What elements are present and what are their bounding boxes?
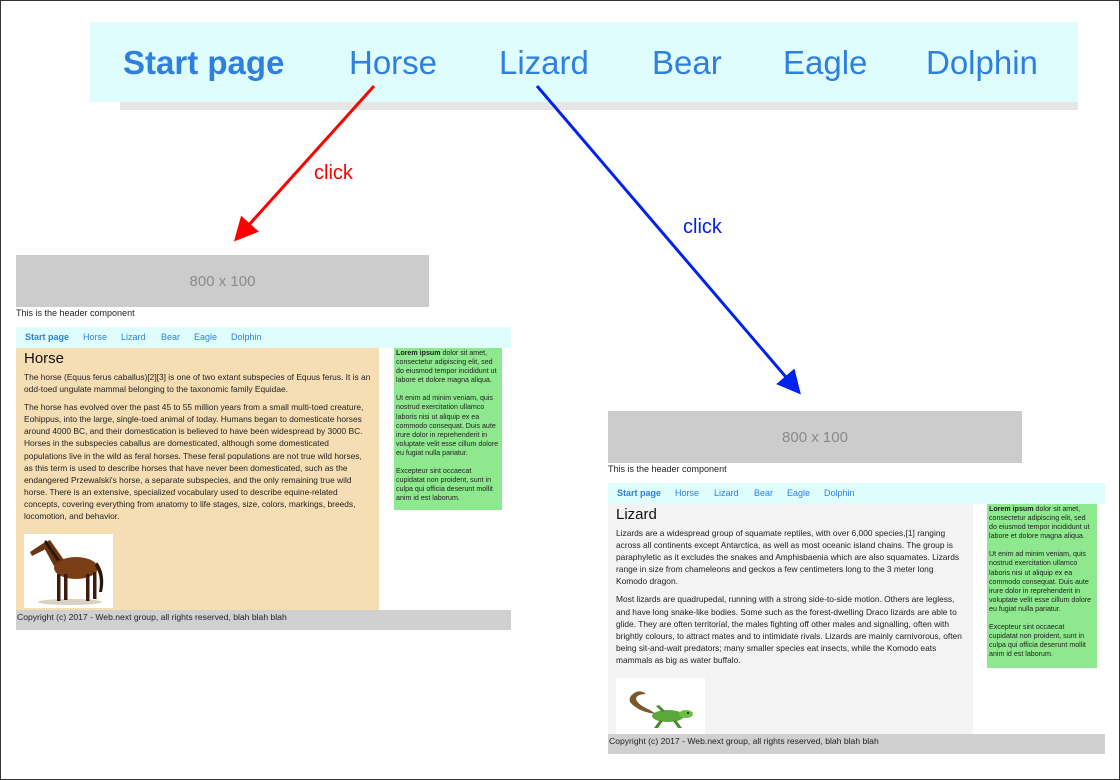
mini-nav-eagle[interactable]: Eagle <box>787 488 810 498</box>
lizard-illustration <box>629 691 693 728</box>
mini-nav-bear[interactable]: Bear <box>161 332 180 342</box>
page-title: Lizard <box>616 506 657 523</box>
sidebar-lorem: Lorem ipsum dolor sit amet, consectetur … <box>394 348 502 510</box>
sidebar-lorem: Lorem ipsum dolor sit amet, consectetur … <box>987 504 1097 668</box>
page-title: Horse <box>24 350 65 367</box>
horse-illustration <box>30 540 104 605</box>
page-footer: Copyright (c) 2017 - Web.next group, all… <box>608 734 1105 754</box>
sidebar-paragraph: Ut enim ad minim veniam, quis nostrud ex… <box>396 394 499 457</box>
content-paragraph: The horse has evolved over the past 45 t… <box>24 402 364 522</box>
mini-nav-horse[interactable]: Horse <box>675 488 699 498</box>
mini-nav-eagle[interactable]: Eagle <box>194 332 217 342</box>
content-paragraph: Most lizards are quadrupedal, running wi… <box>616 594 962 665</box>
mini-nav-lizard[interactable]: Lizard <box>714 488 739 498</box>
header-banner-placeholder: 800 x 100 <box>608 411 1022 463</box>
content-paragraph: Lizards are a widespread group of squama… <box>616 528 960 587</box>
content-paragraph: The horse (Equus ferus caballus)[2][3] i… <box>24 372 371 395</box>
mini-nav-start-page[interactable]: Start page <box>25 332 69 342</box>
click-label-left: click <box>314 162 353 184</box>
lizard-image <box>616 678 705 734</box>
click-label-right: click <box>683 216 722 238</box>
page-footer: Copyright (c) 2017 - Web.next group, all… <box>16 610 511 630</box>
sidebar-paragraph: Excepteur sint occaecat cupidatat non pr… <box>989 623 1086 659</box>
sidebar-bold-lead: Lorem ipsum <box>989 505 1034 513</box>
mini-nav-dolphin[interactable]: Dolphin <box>824 488 855 498</box>
mini-nav-start-page[interactable]: Start page <box>617 488 661 498</box>
arrow-to-lizard-page <box>535 85 801 395</box>
header-banner-placeholder: 800 x 100 <box>16 255 429 307</box>
mini-nav-lizard[interactable]: Lizard <box>121 332 146 342</box>
sidebar-paragraph: Excepteur sint occaecat cupidatat non pr… <box>396 467 493 503</box>
mini-nav-dolphin[interactable]: Dolphin <box>231 332 262 342</box>
horse-image <box>24 534 113 608</box>
header-caption: This is the header component <box>608 464 727 474</box>
mini-nav-bar: Start page Horse Lizard Bear Eagle Dolph… <box>16 327 511 348</box>
sidebar-paragraph: Lorem ipsum dolor sit amet, consectetur … <box>989 505 1095 541</box>
mini-nav-bar: Start page Horse Lizard Bear Eagle Dolph… <box>608 483 1105 504</box>
sidebar-paragraph: Lorem ipsum dolor sit amet, consectetur … <box>396 349 500 385</box>
sidebar-paragraph: Ut enim ad minim veniam, quis nostrud ex… <box>989 550 1092 613</box>
mini-nav-bear[interactable]: Bear <box>754 488 773 498</box>
mini-nav-horse[interactable]: Horse <box>83 332 107 342</box>
arrow-to-horse-page <box>233 84 376 242</box>
header-caption: This is the header component <box>16 308 135 318</box>
sidebar-bold-lead: Lorem ipsum <box>396 349 441 357</box>
